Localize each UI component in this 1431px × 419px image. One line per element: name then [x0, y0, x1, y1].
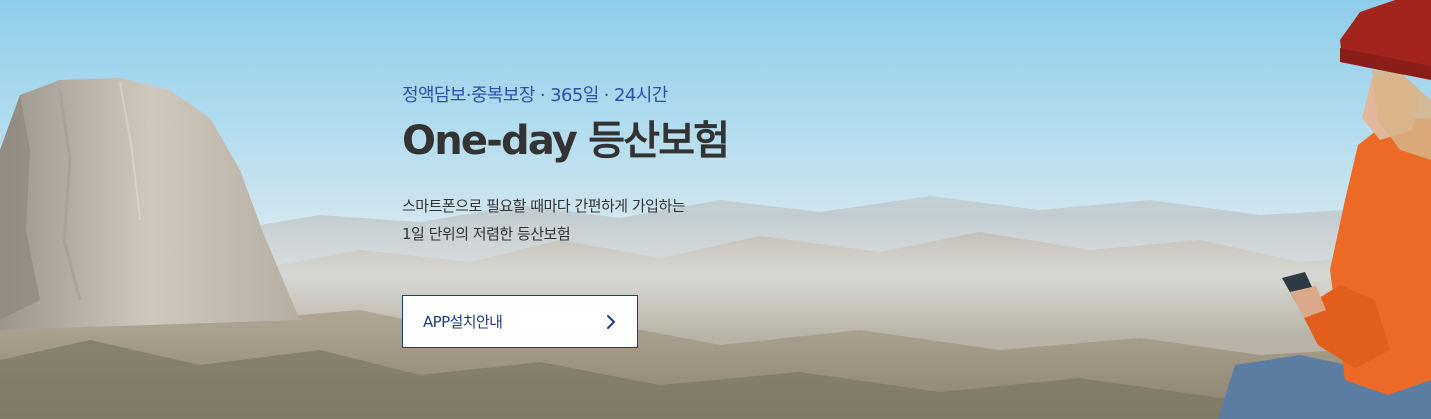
- hero-tagline: 정액담보·중복보장 · 365일 · 24시간: [402, 85, 668, 106]
- chevron-right-icon: [607, 314, 615, 329]
- hero-title: One-day 등산보험: [402, 118, 730, 164]
- hero-description: 스마트폰으로 필요할 때마다 간편하게 가입하는 1일 단위의 저렴한 등산보험: [402, 192, 962, 248]
- hero-description-line: 1일 단위의 저렴한 등산보험: [402, 225, 571, 243]
- hero-description-line: 스마트폰으로 필요할 때마다 간편하게 가입하는: [402, 197, 686, 215]
- hero-copy: 정액담보·중복보장 · 365일 · 24시간 One-day 등산보험 스마트…: [402, 82, 962, 248]
- app-install-guide-label: APP설치안내: [423, 313, 503, 331]
- hero-banner: 정액담보·중복보장 · 365일 · 24시간 One-day 등산보험 스마트…: [0, 0, 1431, 419]
- app-install-guide-button[interactable]: APP설치안내: [402, 295, 638, 348]
